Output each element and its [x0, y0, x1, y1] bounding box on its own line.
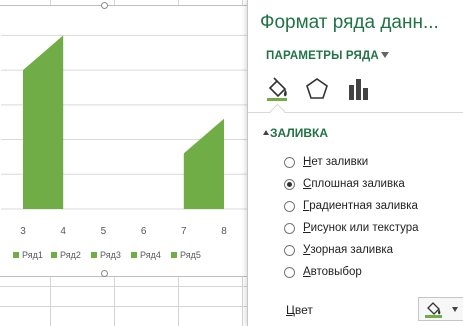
fill-option-2[interactable]: Градиентная заливка [284, 197, 418, 215]
fill-color-icon [425, 302, 442, 318]
fill-option-4[interactable]: Узорная заливка [284, 241, 393, 259]
bar-chart-icon[interactable] [346, 76, 372, 102]
legend-swatch [91, 252, 97, 258]
radio-button[interactable] [284, 244, 295, 256]
legend-label: Ряд4 [140, 250, 161, 260]
collapse-triangle-icon[interactable] [263, 130, 269, 135]
legend-swatch [51, 252, 57, 258]
legend-swatch [171, 252, 177, 258]
fill-option-label: плошная заливка [311, 178, 405, 190]
fill-option-mnemonic: С [303, 178, 312, 190]
series-options-menu[interactable]: ПАРАМЕТРЫ РЯДА [266, 50, 379, 62]
legend-swatch [13, 252, 19, 258]
fill-option-mnemonic: А [303, 266, 311, 278]
chevron-down-icon[interactable] [452, 306, 458, 312]
x-tick-label: 5 [101, 226, 107, 237]
fill-option-3[interactable]: Рисунок или текстура [284, 219, 419, 237]
fill-option-mnemonic: Н [303, 156, 312, 168]
color-label: Цвет [286, 303, 313, 317]
fill-option-1[interactable]: Сплошная заливка [284, 175, 405, 193]
chart-resize-handle-top[interactable] [101, 2, 108, 9]
legend-label: Ряд2 [60, 250, 81, 260]
fill-option-label: исунок или текстура [310, 222, 419, 234]
fill-option-label: ет заливки [311, 156, 369, 168]
fill-option-label: зорная заливка [310, 244, 394, 256]
fill-option-label: радиентная заливка [309, 200, 418, 212]
series-area-Ряд4[interactable] [183, 118, 224, 209]
pentagon-icon[interactable] [304, 76, 330, 102]
chart-resize-handle-bottom[interactable] [101, 270, 108, 277]
x-tick-label: 7 [181, 226, 187, 237]
fill-option-5[interactable]: Автовыбор [284, 263, 362, 281]
format-data-series-pane: Формат ряда данн... ПАРАМЕТРЫ РЯДА ЗАЛИВ… [247, 0, 463, 326]
radio-button[interactable] [284, 178, 295, 190]
active-tab-pointer [269, 103, 286, 120]
fill-option-0[interactable]: Нет заливки [284, 153, 368, 171]
x-tick-label: 3 [20, 226, 26, 237]
radio-button[interactable] [284, 266, 295, 278]
radio-button[interactable] [284, 222, 295, 234]
legend-label: Ряд1 [22, 250, 43, 260]
x-tick-label: 4 [60, 226, 66, 237]
series-area-Ряд4[interactable] [23, 35, 64, 210]
fill-option-label: втовыбор [310, 266, 362, 278]
legend-swatch [131, 252, 137, 258]
fill-section-header[interactable]: ЗАЛИВКА [270, 126, 328, 140]
radio-button[interactable] [284, 200, 295, 212]
x-tick-label: 6 [141, 226, 147, 237]
color-picker-button[interactable] [418, 297, 463, 321]
chevron-down-icon[interactable] [381, 52, 389, 58]
fill-option-mnemonic: Р [303, 222, 311, 234]
fill-bucket-icon[interactable] [264, 76, 290, 102]
legend-label: Ряд5 [180, 250, 201, 260]
fill-option-mnemonic: У [303, 244, 311, 256]
chart-plot: 3 4 5 6 7 8 Ряд1 Ряд2 Ряд3 Ряд4 Ряд5 [1, 34, 257, 260]
chart-area[interactable]: 3 4 5 6 7 8 Ряд1 Ряд2 Ряд3 Ряд4 Ряд5 [0, 2, 258, 277]
x-tick-label: 8 [221, 226, 227, 237]
legend-label: Ряд3 [100, 250, 121, 260]
radio-button[interactable] [284, 156, 295, 168]
pane-title: Формат ряда данн... [260, 12, 439, 33]
